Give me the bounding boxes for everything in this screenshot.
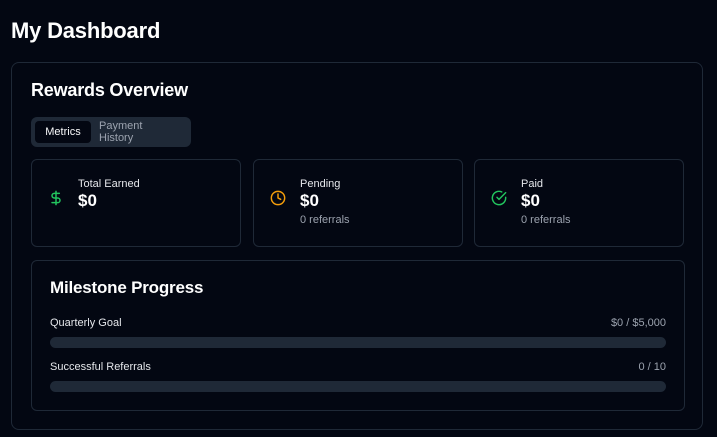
milestone-progress-card: Milestone Progress Quarterly Goal $0 / $… bbox=[31, 260, 685, 411]
successful-referrals-progress-bar bbox=[50, 381, 666, 392]
clock-icon bbox=[270, 190, 286, 206]
stat-value: $0 bbox=[300, 191, 319, 210]
stat-subtext: 0 referrals bbox=[300, 214, 350, 226]
tab-payment-history[interactable]: Payment History bbox=[91, 120, 187, 144]
successful-referrals-value: 0 / 10 bbox=[638, 361, 666, 373]
tab-metrics[interactable]: Metrics bbox=[35, 121, 91, 143]
rewards-overview-card: Rewards Overview Metrics Payment History… bbox=[11, 62, 703, 430]
tab-list: Metrics Payment History bbox=[31, 117, 191, 147]
stat-value: $0 bbox=[521, 191, 540, 210]
stat-label: Pending bbox=[300, 178, 341, 190]
quarterly-goal-value: $0 / $5,000 bbox=[610, 317, 666, 329]
dollar-icon bbox=[48, 190, 64, 206]
stat-card-pending: Pending $0 0 referrals bbox=[253, 159, 463, 247]
rewards-overview-title: Rewards Overview bbox=[31, 80, 188, 100]
stat-label: Total Earned bbox=[78, 178, 140, 190]
successful-referrals-label: Successful Referrals bbox=[50, 361, 151, 373]
quarterly-goal-progress-bar bbox=[50, 337, 666, 348]
stat-value: $0 bbox=[78, 191, 97, 210]
stat-card-total-earned: Total Earned $0 bbox=[31, 159, 241, 247]
stat-subtext: 0 referrals bbox=[521, 214, 571, 226]
page-title: My Dashboard bbox=[11, 18, 161, 43]
stat-card-paid: Paid $0 0 referrals bbox=[474, 159, 684, 247]
check-circle-icon bbox=[491, 190, 507, 206]
quarterly-goal-label: Quarterly Goal bbox=[50, 317, 122, 329]
milestone-progress-title: Milestone Progress bbox=[50, 278, 204, 297]
stat-label: Paid bbox=[521, 178, 544, 190]
